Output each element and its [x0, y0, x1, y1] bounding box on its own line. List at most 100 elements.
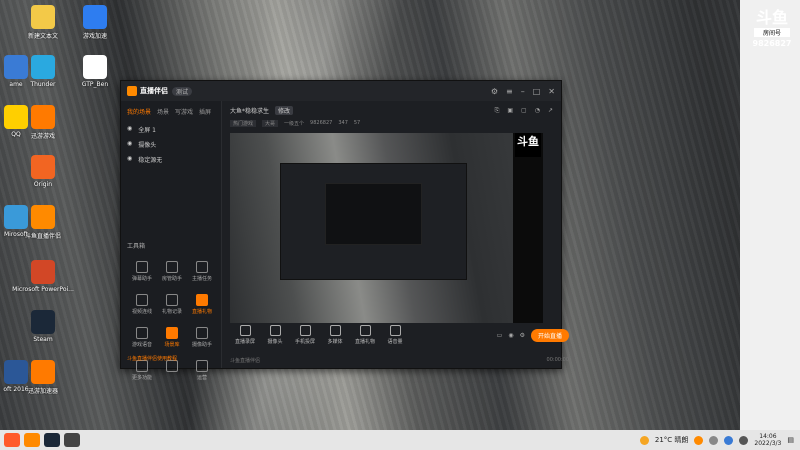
- desktop-icon-image: [31, 260, 55, 284]
- desktop-icon[interactable]: Origin: [12, 155, 74, 188]
- scene-item[interactable]: ◉ 摄像头: [121, 137, 221, 152]
- gift-icon: [359, 325, 371, 336]
- desktop-icon[interactable]: 迅游加速器: [12, 360, 74, 395]
- gear-icon[interactable]: ⚙: [520, 332, 525, 339]
- room-header: 大鱼*稳稳求生 修改 ⎘ ▣ ▢ ◔ ↗: [222, 101, 561, 120]
- viewer-count: 57: [353, 120, 361, 126]
- clock[interactable]: 14:06 2022/3/3: [754, 433, 781, 447]
- arrow-icon[interactable]: ↗: [548, 107, 553, 115]
- desktop-icon-image: [31, 360, 55, 384]
- category-chip[interactable]: 热门游戏: [230, 120, 257, 127]
- room-info: 热门游戏 大哥 一级五个 9826827 347 57: [222, 120, 561, 127]
- tool-label: 弹幕助手: [131, 276, 152, 282]
- room-id-text: 9826827: [310, 120, 333, 126]
- tool-item[interactable]: 摄像助手: [187, 327, 217, 348]
- desktop-icon[interactable]: Microsoft PowerPoi...: [12, 260, 74, 293]
- fans-count: 347: [338, 120, 348, 126]
- desktop-icon-label: 游戏加速: [82, 33, 107, 40]
- camera-button[interactable]: 摄像头: [260, 325, 290, 345]
- tray-app-icon[interactable]: [709, 435, 719, 445]
- tool-label: 礼物记录: [161, 309, 182, 315]
- screen-record-button[interactable]: 直播录屏: [230, 325, 260, 345]
- media-button[interactable]: 多媒体: [320, 325, 350, 345]
- tray-app-icon[interactable]: [694, 435, 704, 445]
- status-bar: 斗鱼直播伴侣 00:00:00: [222, 352, 577, 368]
- minimize-icon[interactable]: –: [521, 87, 525, 96]
- start-stream-button[interactable]: 开始直播: [530, 328, 569, 342]
- tool-item[interactable]: 更多功能: [127, 360, 157, 381]
- desktop-icon-image: [31, 105, 55, 129]
- streaming-app-window[interactable]: 直播伴侣 测试 ⚙ ≡ – □ ✕ 我的场景 场景 写游戏 插屏 ◉ 全屏 1 ◉…: [120, 80, 569, 381]
- tab-my-scenes[interactable]: 我的场景: [127, 107, 151, 116]
- scene-item[interactable]: ◉ 稳定源无: [121, 152, 221, 167]
- gift-button[interactable]: 直播礼物: [350, 325, 380, 345]
- volume-icon[interactable]: [739, 435, 749, 445]
- tool-item[interactable]: 房管助手: [157, 261, 187, 282]
- tool-label: 主播任务: [191, 276, 212, 282]
- weather-text[interactable]: 21°C 晴朗: [655, 435, 689, 445]
- maximize-icon[interactable]: □: [533, 87, 541, 96]
- tool-label: 场景库: [164, 342, 180, 348]
- tool-item[interactable]: 弹幕助手: [127, 261, 157, 282]
- eye-icon[interactable]: ◉: [127, 125, 132, 134]
- close-icon[interactable]: ✕: [548, 87, 555, 96]
- notification-icon[interactable]: ▤: [787, 436, 794, 444]
- taskbar-steam-icon[interactable]: [44, 433, 60, 447]
- tab-insert[interactable]: 插屏: [199, 107, 211, 116]
- tool-item[interactable]: 礼物记录: [157, 294, 187, 315]
- desktop-icon-label: Steam: [33, 336, 53, 343]
- taskbar: 21°C 晴朗 14:06 2022/3/3 ▤: [0, 430, 800, 450]
- tool-item[interactable]: 场景库: [157, 327, 187, 348]
- eye-icon[interactable]: ◉: [508, 332, 513, 339]
- screen-icon[interactable]: ▢: [521, 107, 527, 115]
- share-icon[interactable]: ⎘: [495, 107, 500, 115]
- desktop-icon-label: GTP_Ben: [81, 81, 109, 88]
- tool-icon: [196, 261, 208, 273]
- phone-cast-button[interactable]: 手机投屏: [290, 325, 320, 345]
- stream-preview[interactable]: 斗鱼: [230, 133, 543, 323]
- eye-icon[interactable]: ◉: [127, 155, 132, 164]
- system-tray: 21°C 晴朗 14:06 2022/3/3 ▤: [639, 433, 800, 447]
- control-label: 多媒体: [327, 339, 343, 345]
- desktop-icon[interactable]: Steam: [12, 310, 74, 343]
- lock-icon[interactable]: ▣: [507, 107, 513, 115]
- level-text: 一级五个: [284, 121, 305, 127]
- taskbar-app-icon[interactable]: [24, 433, 40, 447]
- tool-item[interactable]: [157, 360, 187, 381]
- bell-icon[interactable]: ◔: [535, 107, 540, 115]
- preview-nested-window-inner: [325, 183, 422, 245]
- control-label: 摄像头: [267, 339, 283, 345]
- control-label: 直播录屏: [234, 339, 255, 345]
- network-icon[interactable]: [724, 435, 734, 445]
- tab-game[interactable]: 写游戏: [175, 107, 193, 116]
- desktop-icon[interactable]: 斗鱼直播伴侣: [12, 205, 74, 240]
- desktop-icon[interactable]: 迅游游戏: [12, 105, 74, 140]
- taskbar-app-icon[interactable]: [64, 433, 80, 447]
- record-icon[interactable]: ▭: [497, 332, 503, 339]
- scene-item[interactable]: ◉ 全屏 1: [121, 122, 221, 137]
- desktop-icon-image: [31, 205, 55, 229]
- tool-item[interactable]: 游戏语音: [127, 327, 157, 348]
- version-badge: 测试: [172, 86, 193, 96]
- sidebar-tabs: 我的场景 场景 写游戏 插屏: [121, 101, 221, 122]
- control-label: 语音量: [387, 339, 403, 345]
- tab-scenes[interactable]: 场景: [157, 107, 169, 116]
- tool-item[interactable]: 主播任务: [187, 261, 217, 282]
- eye-icon[interactable]: ◉: [127, 140, 132, 149]
- subcategory-chip[interactable]: 大哥: [262, 120, 279, 127]
- desktop-icon[interactable]: GTP_Ben: [64, 55, 126, 88]
- tutorial-link[interactable]: 斗鱼直播伴侣使用教程: [127, 355, 177, 362]
- desktop-icon[interactable]: 游戏加速: [64, 5, 126, 40]
- menu-icon[interactable]: ≡: [506, 87, 513, 96]
- app-titlebar[interactable]: 直播伴侣 测试 ⚙ ≡ – □ ✕: [121, 81, 561, 101]
- taskbar-app-icon[interactable]: [4, 433, 20, 447]
- edit-title-button[interactable]: 修改: [275, 106, 294, 115]
- tool-item[interactable]: 视频连线: [127, 294, 157, 315]
- tool-icon: [136, 294, 148, 306]
- tool-item[interactable]: 运营: [187, 360, 217, 381]
- tool-label: 更多功能: [131, 375, 152, 381]
- tool-icon: [196, 360, 208, 372]
- settings-icon[interactable]: ⚙: [491, 87, 498, 96]
- tool-item[interactable]: 直播礼物: [187, 294, 217, 315]
- volume-button[interactable]: 语音量: [380, 325, 410, 345]
